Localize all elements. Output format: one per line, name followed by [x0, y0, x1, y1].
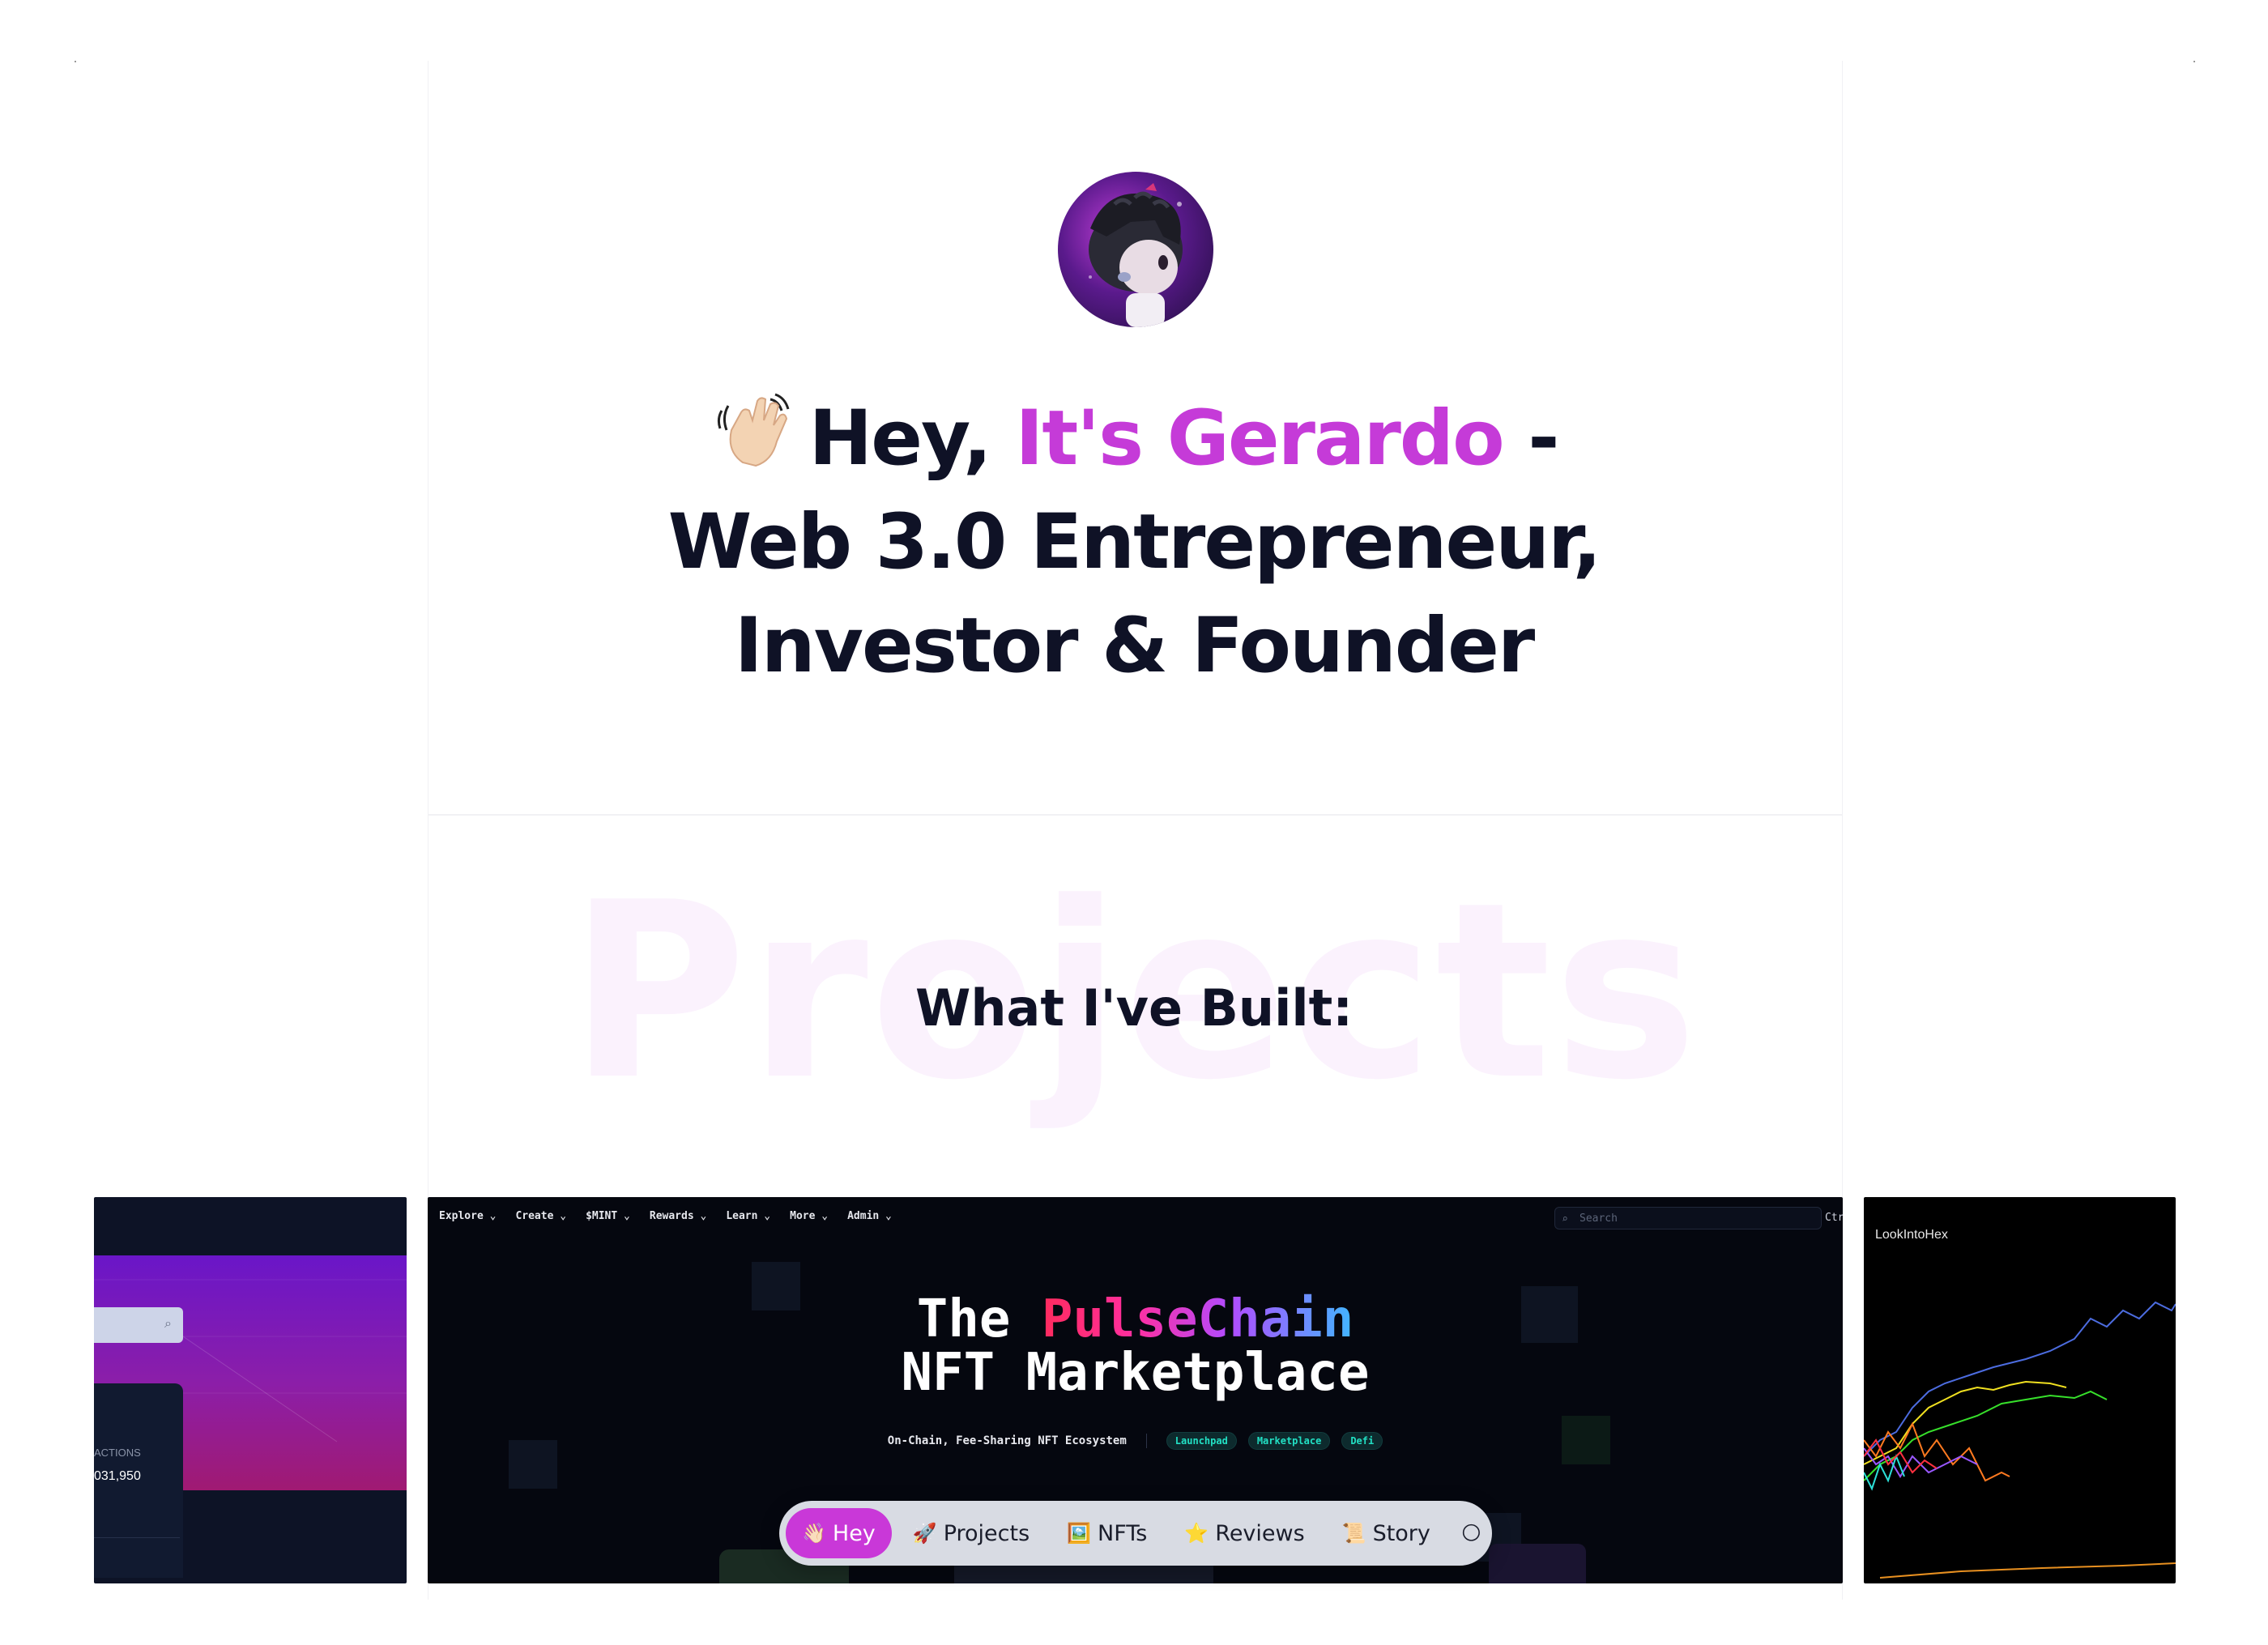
- rocket-icon: 🚀: [912, 1522, 937, 1545]
- nav-item-more[interactable]: More ⌄: [790, 1210, 828, 1222]
- hero-dash: -: [1503, 394, 1559, 483]
- scroll-icon: 📜: [1341, 1522, 1366, 1545]
- dock-label: Reviews: [1215, 1520, 1305, 1546]
- dock-item-nfts[interactable]: 🖼️ NFTs: [1051, 1508, 1163, 1558]
- keyboard-shortcut: Ctrl: [1825, 1212, 1843, 1224]
- stat-value: 031,950: [94, 1469, 141, 1483]
- search-icon: ⌕: [1562, 1213, 1568, 1225]
- series-blue: [1864, 1301, 2176, 1457]
- headline-pulsechain: PulseChain: [1041, 1289, 1354, 1349]
- tagline-row: On-Chain, Fee-Sharing NFT Ecosystem Laun…: [428, 1432, 1843, 1450]
- waving-hand-icon: [717, 393, 789, 467]
- theme-toggle-button[interactable]: 🌕: [1452, 1508, 1491, 1558]
- nav-item-learn[interactable]: Learn ⌄: [726, 1210, 770, 1222]
- headline-line-2: NFT Marketplace: [901, 1343, 1370, 1403]
- project-card-lookintohex[interactable]: LookIntoHex: [1864, 1197, 2176, 1583]
- dock-label: Projects: [943, 1520, 1030, 1546]
- marketplace-headline: The PulseChain NFT Marketplace: [428, 1293, 1843, 1400]
- pill-marketplace[interactable]: Marketplace: [1247, 1432, 1331, 1450]
- nav-item-explore[interactable]: Explore ⌄: [439, 1210, 496, 1222]
- corner-dot: [75, 61, 76, 62]
- dock-label: Hey: [832, 1520, 876, 1546]
- avatar-illustration: [1089, 183, 1183, 327]
- hero-name: It's Gerardo: [1015, 394, 1504, 483]
- project-card-left[interactable]: ⌕ ACTIONS 031,950: [94, 1197, 407, 1583]
- floating-nav-dock: 👋🏻 Hey 🚀 Projects 🖼️ NFTs ⭐ Reviews 📜 St…: [779, 1501, 1492, 1566]
- hero-greeting: Hey,: [808, 394, 1016, 483]
- card-stats-panel: ACTIONS 031,950: [94, 1383, 183, 1578]
- section-divider: [428, 814, 1843, 816]
- hero-title: Hey, It's Gerardo - Web 3.0 Entrepreneur…: [486, 387, 1782, 698]
- headline-the: The: [916, 1289, 1042, 1349]
- series-purple: [1864, 1447, 1978, 1478]
- series-orange: [1864, 1421, 2010, 1482]
- dock-item-reviews[interactable]: ⭐ Reviews: [1168, 1508, 1320, 1558]
- corner-dot: [2193, 61, 2195, 62]
- marketplace-search-input[interactable]: ⌕ Search: [1554, 1207, 1822, 1229]
- hero-line-2: Web 3.0 Entrepreneur,: [667, 498, 1602, 586]
- dock-label: Story: [1372, 1520, 1430, 1546]
- card-search-input[interactable]: ⌕: [94, 1307, 183, 1343]
- divider: [94, 1537, 180, 1538]
- separator: [1145, 1434, 1147, 1448]
- waving-hand-icon: 👋🏻: [802, 1522, 826, 1545]
- moon-icon: 🌕: [1460, 1522, 1481, 1545]
- framed-picture-icon: 🖼️: [1067, 1522, 1092, 1545]
- nav-item-create[interactable]: Create ⌄: [515, 1210, 566, 1222]
- pill-launchpad[interactable]: Launchpad: [1166, 1432, 1237, 1450]
- nav-item-admin[interactable]: Admin ⌄: [847, 1210, 892, 1222]
- search-icon: ⌕: [164, 1315, 172, 1331]
- price-lines-chart: [1864, 1301, 2176, 1579]
- stat-label: ACTIONS: [94, 1447, 141, 1459]
- dock-label: NFTs: [1098, 1520, 1148, 1546]
- nav-item-mint[interactable]: $MINT ⌄: [586, 1210, 630, 1222]
- dock-item-story[interactable]: 📜 Story: [1326, 1508, 1447, 1558]
- search-placeholder: Search: [1580, 1212, 1618, 1225]
- star-icon: ⭐: [1184, 1522, 1209, 1545]
- hero-line-3: Investor & Founder: [734, 602, 1535, 690]
- nav-item-rewards[interactable]: Rewards ⌄: [650, 1210, 706, 1222]
- avatar: [1058, 172, 1213, 327]
- preview-card: [1489, 1544, 1586, 1583]
- series-bottom: [1879, 1562, 2176, 1579]
- pill-defi[interactable]: Defi: [1341, 1432, 1383, 1450]
- dock-item-projects[interactable]: 🚀 Projects: [897, 1508, 1046, 1558]
- tagline: On-Chain, Fee-Sharing NFT Ecosystem: [887, 1434, 1127, 1447]
- dock-item-hey[interactable]: 👋🏻 Hey: [786, 1508, 892, 1558]
- marketplace-nav: Explore ⌄ Create ⌄ $MINT ⌄ Rewards ⌄ Lea…: [439, 1210, 892, 1222]
- projects-heading: What I've Built:: [914, 978, 1354, 1038]
